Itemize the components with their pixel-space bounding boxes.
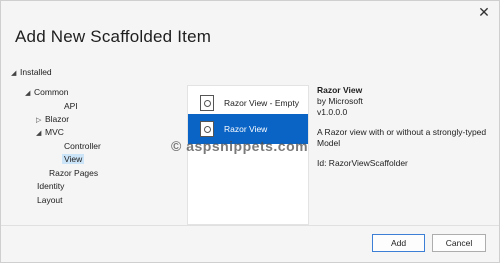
- dialog-title: Add New Scaffolded Item: [15, 27, 212, 46]
- tree-label: Controller: [64, 141, 101, 151]
- tree-item-blazor[interactable]: ▷ Blazor: [36, 114, 69, 126]
- template-label: Razor View - Empty: [224, 98, 299, 108]
- collapsed-arrow-icon[interactable]: ▷: [36, 115, 45, 126]
- tree-label: Blazor: [45, 114, 70, 124]
- tree-item-razor-pages[interactable]: Razor Pages: [49, 168, 98, 179]
- tree-label: Common: [34, 87, 69, 97]
- expanded-arrow-icon[interactable]: ◢: [11, 68, 20, 79]
- cancel-button[interactable]: Cancel: [432, 234, 486, 252]
- tree-item-view[interactable]: View: [62, 154, 85, 165]
- tree-label: MVC: [45, 127, 64, 137]
- details-id: Id: RazorViewScaffolder: [317, 158, 408, 168]
- template-list: Razor View - Empty Razor View: [187, 85, 309, 225]
- details-author: by Microsoft: [317, 96, 363, 106]
- tree-item-identity[interactable]: Identity: [37, 181, 64, 192]
- watermark: © aspsnippets.com: [171, 138, 309, 154]
- details-name: Razor View: [317, 85, 363, 95]
- tree-item-installed[interactable]: ◢ Installed: [11, 67, 52, 79]
- expanded-arrow-icon[interactable]: ◢: [25, 88, 34, 99]
- close-icon[interactable]: ✕: [477, 5, 491, 19]
- add-button[interactable]: Add: [372, 234, 425, 252]
- tree-item-controller[interactable]: Controller: [64, 141, 101, 152]
- tree-item-mvc[interactable]: ◢ MVC: [36, 127, 64, 139]
- tree-label: API: [64, 101, 78, 111]
- tree-item-api[interactable]: API: [64, 101, 78, 112]
- add-scaffold-dialog: ✕ Add New Scaffolded Item ◢ Installed ◢ Co…: [0, 0, 500, 263]
- details-version: v1.0.0.0: [317, 107, 348, 117]
- tree-label: Layout: [37, 195, 63, 205]
- expanded-arrow-icon[interactable]: ◢: [36, 128, 45, 139]
- file-template-icon: [200, 95, 214, 111]
- details-description: A Razor view with or without a strongly-…: [317, 127, 487, 148]
- template-details: Razor View by Microsoft v1.0.0.0 A Razor…: [317, 85, 492, 169]
- dialog-footer: Add Cancel: [1, 225, 499, 262]
- tree-label: Identity: [37, 181, 65, 191]
- template-label: Razor View: [224, 124, 268, 134]
- file-template-icon: [200, 121, 214, 137]
- tree-label: Razor Pages: [49, 168, 99, 178]
- tree-label: View: [62, 154, 85, 164]
- tree-item-common[interactable]: ◢ Common: [25, 87, 68, 99]
- category-tree: ◢ Installed ◢ Common API ▷ Blazor ◢ MVC Cont…: [11, 63, 181, 223]
- tree-label: Installed: [20, 67, 52, 77]
- tree-item-layout[interactable]: Layout: [37, 195, 63, 206]
